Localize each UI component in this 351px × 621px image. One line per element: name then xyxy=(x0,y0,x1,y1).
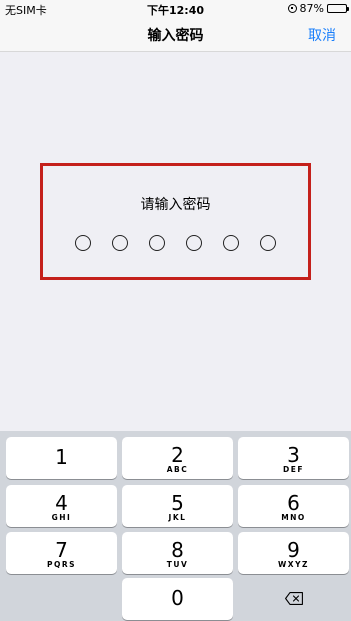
key-letters: JKL xyxy=(168,513,187,522)
passcode-dot xyxy=(186,235,202,251)
key-number: 8 xyxy=(171,538,184,562)
status-right: 87% xyxy=(287,2,349,15)
key-0[interactable]: 0 xyxy=(122,578,233,620)
passcode-dot xyxy=(260,235,276,251)
battery-icon xyxy=(327,4,349,13)
key-letters: MNO xyxy=(281,513,306,522)
key-8[interactable]: 8 TUV xyxy=(122,532,233,574)
key-letters: WXYZ xyxy=(278,560,309,569)
key-9[interactable]: 9 WXYZ xyxy=(238,532,349,574)
key-number: 4 xyxy=(55,491,68,515)
passcode-dot xyxy=(75,235,91,251)
key-number: 0 xyxy=(171,586,184,610)
numeric-keypad: 1 2 ABC 3 DEF 4 GHI 5 JKL 6 MNO 7 PQRS 8… xyxy=(0,431,351,621)
passcode-dot xyxy=(112,235,128,251)
key-letters: GHI xyxy=(51,513,72,522)
passcode-prompt: 请输入密码 xyxy=(40,163,311,280)
page-title: 输入密码 xyxy=(147,28,204,44)
key-5[interactable]: 5 JKL xyxy=(122,485,233,527)
key-4[interactable]: 4 GHI xyxy=(6,485,117,527)
key-1[interactable]: 1 xyxy=(6,437,117,479)
battery-percent: 87% xyxy=(299,2,324,15)
key-number: 5 xyxy=(171,491,184,515)
passcode-dot xyxy=(223,235,239,251)
orientation-lock-icon xyxy=(287,4,297,13)
passcode-dot xyxy=(149,235,165,251)
key-letters: DEF xyxy=(283,465,304,474)
key-number: 9 xyxy=(287,538,300,562)
status-bar: 无SIM卡 下午12:40 87% xyxy=(0,0,351,18)
key-7[interactable]: 7 PQRS xyxy=(6,532,117,574)
key-number: 1 xyxy=(55,445,68,469)
nav-bar: 输入密码 取消 xyxy=(0,18,351,52)
key-letters: ABC xyxy=(166,465,189,474)
key-number: 7 xyxy=(55,538,68,562)
key-number: 3 xyxy=(287,443,300,467)
key-2[interactable]: 2 ABC xyxy=(122,437,233,479)
key-letters: PQRS xyxy=(46,560,77,569)
key-letters: TUV xyxy=(166,560,189,569)
prompt-label: 请输入密码 xyxy=(140,197,211,213)
key-number: 6 xyxy=(287,491,300,515)
key-number: 2 xyxy=(171,443,184,467)
key-6[interactable]: 6 MNO xyxy=(238,485,349,527)
backspace-icon xyxy=(285,592,303,605)
passcode-dots xyxy=(43,235,308,251)
cancel-button[interactable]: 取消 xyxy=(308,25,336,45)
delete-button[interactable] xyxy=(238,578,349,620)
empty-key xyxy=(6,578,117,620)
key-3[interactable]: 3 DEF xyxy=(238,437,349,479)
